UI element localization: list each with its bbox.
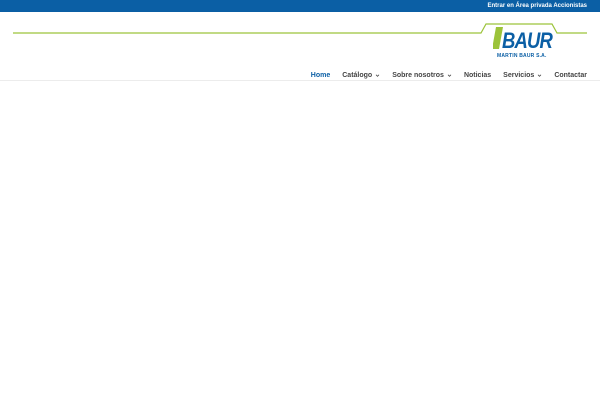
chevron-down-icon xyxy=(447,73,452,77)
nav-item-label: Sobre nosotros xyxy=(392,71,444,79)
nav-item-servicios[interactable]: Servicios xyxy=(503,72,542,79)
nav-item-label: Noticias xyxy=(463,71,492,79)
site-header: BAUR MARTIN BAUR S.A. Home Catálogo Sobr… xyxy=(0,12,600,81)
nav-item-label: Home xyxy=(310,71,331,79)
baur-logo[interactable]: BAUR xyxy=(493,23,553,51)
nav-item-label: Catálogo xyxy=(342,71,373,79)
main-nav: Home Catálogo Sobre nosotros Noticias Se… xyxy=(311,70,587,80)
nav-item-label: Servicios xyxy=(503,71,535,79)
nav-item-noticias[interactable]: Noticias xyxy=(464,72,491,79)
nav-item-home[interactable]: Home xyxy=(311,72,330,79)
logo-company-name: MARTIN BAUR S.A. xyxy=(497,53,547,59)
main-content-area xyxy=(0,81,600,400)
top-bar: Entrar en Área privada Accionistas xyxy=(0,0,600,12)
nav-item-label: Contactar xyxy=(554,71,587,79)
chevron-down-icon xyxy=(538,73,542,77)
svg-text:BAUR: BAUR xyxy=(502,28,553,51)
chevron-down-icon xyxy=(375,73,380,77)
nav-item-catalogo[interactable]: Catálogo xyxy=(342,72,380,79)
nav-item-sobre-nosotros[interactable]: Sobre nosotros xyxy=(392,72,452,79)
nav-item-contactar[interactable]: Contactar xyxy=(554,72,587,79)
shareholders-area-link[interactable]: Entrar en Área privada Accionistas xyxy=(488,1,587,11)
